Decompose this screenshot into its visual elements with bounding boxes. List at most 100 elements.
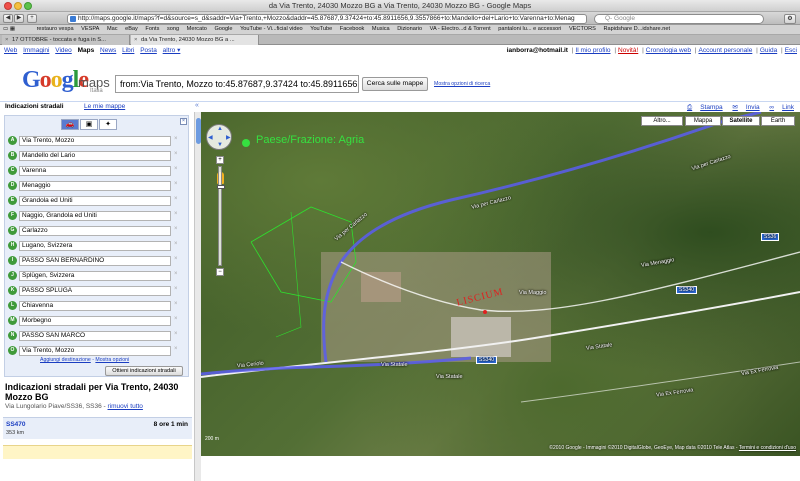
- stop-input[interactable]: Via Trento, Mozzo: [19, 346, 171, 356]
- bookmarks-grid-icon[interactable]: ▭ ▦: [3, 25, 29, 34]
- bookmark-item[interactable]: Facebook: [340, 25, 365, 34]
- pan-up-icon[interactable]: ▲: [217, 126, 223, 132]
- remove-stop-icon[interactable]: ×: [174, 286, 178, 292]
- zoom-control[interactable]: + −: [216, 156, 225, 276]
- maps-search-input[interactable]: from:Via Trento, Mozzo to:45.87687,9.374…: [115, 75, 359, 93]
- stop-input[interactable]: Mandello del Lario: [19, 151, 171, 161]
- marker-c-icon[interactable]: C: [8, 166, 17, 175]
- stop-input[interactable]: PASSO SAN BERNARDINO: [19, 256, 171, 266]
- map-type-satellite[interactable]: Satellite: [722, 116, 760, 126]
- bookmark-item[interactable]: VESPA: [81, 25, 99, 34]
- marker-d-icon[interactable]: D: [8, 181, 17, 190]
- marker-i-icon[interactable]: I: [8, 256, 17, 265]
- bookmark-item[interactable]: Musica: [372, 25, 390, 34]
- stop-input[interactable]: Carlazzo: [19, 226, 171, 236]
- signout-link[interactable]: Esci: [785, 47, 797, 54]
- directions-tab[interactable]: Indicazioni stradali: [5, 103, 64, 110]
- history-link[interactable]: Cronologia web: [646, 47, 691, 54]
- stop-input[interactable]: Morbegno: [19, 316, 171, 326]
- marker-m-icon[interactable]: M: [8, 316, 17, 325]
- gbar-link-libri[interactable]: Libri: [122, 47, 134, 54]
- remove-stop-icon[interactable]: ×: [174, 226, 178, 232]
- map-type-earth[interactable]: Earth: [761, 116, 795, 126]
- pan-left-icon[interactable]: ◀: [208, 134, 213, 141]
- bookmark-item[interactable]: Mercato: [187, 25, 207, 34]
- remove-stop-icon[interactable]: ×: [174, 346, 178, 352]
- remove-stop-icon[interactable]: ×: [174, 211, 178, 217]
- send-link[interactable]: Invia: [746, 104, 760, 111]
- bookmark-item[interactable]: YouTube - Vi...ficial video: [240, 25, 303, 34]
- search-maps-button[interactable]: Cerca sulle mappe: [362, 77, 428, 91]
- gbar-link-web[interactable]: Web: [4, 47, 17, 54]
- transit-icon[interactable]: ▣: [80, 119, 98, 130]
- gbar-link-video[interactable]: Video: [55, 47, 72, 54]
- chevron-down-icon[interactable]: ⌄: [350, 76, 356, 92]
- bookmark-item[interactable]: eBay: [125, 25, 138, 34]
- address-bar[interactable]: http://maps.google.it/maps?f=d&source=s_…: [67, 13, 587, 24]
- remove-stop-icon[interactable]: ×: [174, 256, 178, 262]
- collapse-panel-icon[interactable]: «: [195, 102, 199, 109]
- zoom-slider[interactable]: [217, 166, 225, 266]
- pan-right-icon[interactable]: ▶: [226, 134, 231, 141]
- add-destination-link[interactable]: Aggiungi destinazione: [40, 357, 91, 363]
- bookmark-item[interactable]: song: [167, 25, 179, 34]
- stop-input[interactable]: Chiavenna: [19, 301, 171, 311]
- account-link[interactable]: Account personale: [698, 47, 752, 54]
- map-type-mappa[interactable]: Mappa: [685, 116, 721, 126]
- help-link[interactable]: Guida: [760, 47, 777, 54]
- walk-icon[interactable]: ✦: [99, 119, 117, 130]
- remove-stop-icon[interactable]: ×: [174, 331, 178, 337]
- red-marker-icon[interactable]: [483, 310, 487, 314]
- marker-l-icon[interactable]: L: [8, 301, 17, 310]
- marker-k-icon[interactable]: K: [8, 286, 17, 295]
- terms-link[interactable]: Termini e condizioni d'uso: [739, 445, 796, 451]
- remove-stop-icon[interactable]: ×: [174, 316, 178, 322]
- bookmark-item[interactable]: Rapidshare D...idshare.net: [603, 25, 670, 34]
- panel-scrollbar[interactable]: [194, 112, 201, 481]
- forward-button[interactable]: ▶: [14, 14, 24, 23]
- stop-input[interactable]: Naggio, Grandola ed Uniti: [19, 211, 171, 221]
- bookmark-item[interactable]: Mac: [107, 25, 118, 34]
- stop-input[interactable]: PASSO SPLUGA: [19, 286, 171, 296]
- profile-link[interactable]: Il mio profilo: [575, 47, 610, 54]
- close-icon[interactable]: ×: [180, 118, 187, 125]
- bookmark-item[interactable]: Fonts: [145, 25, 159, 34]
- tab-google-maps[interactable]: × da Via Trento, 24030 Mozzo BG a ...: [131, 35, 259, 45]
- marker-o-icon[interactable]: O: [8, 346, 17, 355]
- bookmark-item[interactable]: VECTORS: [569, 25, 596, 34]
- remove-stop-icon[interactable]: ×: [174, 196, 178, 202]
- bookmark-item[interactable]: Dizionario: [397, 25, 422, 34]
- marker-g-icon[interactable]: G: [8, 226, 17, 235]
- gbar-link-news[interactable]: News: [100, 47, 116, 54]
- remove-stop-icon[interactable]: ×: [174, 181, 178, 187]
- add-bookmark-button[interactable]: +: [27, 14, 37, 23]
- bookmark-item[interactable]: restauro vespa: [37, 25, 74, 34]
- remove-stop-icon[interactable]: ×: [174, 151, 178, 157]
- stop-input[interactable]: Splügen, Svizzera: [19, 271, 171, 281]
- stop-input[interactable]: Via Trento, Mozzo: [19, 136, 171, 146]
- stop-input[interactable]: Varenna: [19, 166, 171, 176]
- route-summary[interactable]: SS470 353 km 8 ore 1 min: [3, 417, 192, 439]
- stop-input[interactable]: Grandola ed Uniti: [19, 196, 171, 206]
- close-tab-icon[interactable]: ×: [134, 35, 137, 45]
- gbar-link-immagini[interactable]: Immagini: [23, 47, 49, 54]
- satellite-map[interactable]: Altro... Mappa Satellite Earth ▲ ◀ ▶ ▼ +…: [201, 112, 800, 456]
- print-link[interactable]: Stampa: [700, 104, 722, 111]
- gbar-link-altro[interactable]: altro ▾: [163, 47, 181, 54]
- bookmark-item[interactable]: YouTube: [310, 25, 332, 34]
- show-options-link[interactable]: Mostra opzioni: [95, 357, 129, 363]
- stop-input[interactable]: PASSO SAN MARCO: [19, 331, 171, 341]
- search-options-link[interactable]: Mostra opzioni di ricerca: [434, 81, 490, 87]
- marker-f-icon[interactable]: F: [8, 211, 17, 220]
- my-maps-link[interactable]: Le mie mappe: [84, 103, 125, 110]
- zoom-in-button[interactable]: +: [216, 156, 224, 164]
- back-button[interactable]: ◀: [3, 14, 13, 23]
- pan-control[interactable]: ▲ ◀ ▶ ▼: [206, 124, 232, 150]
- bookmark-item[interactable]: VA - Electro...d & Torrent: [430, 25, 491, 34]
- bookmark-item[interactable]: Google: [214, 25, 232, 34]
- remove-stop-icon[interactable]: ×: [174, 271, 178, 277]
- marker-e-icon[interactable]: E: [8, 196, 17, 205]
- remove-stop-icon[interactable]: ×: [174, 301, 178, 307]
- novita-link[interactable]: Novità!: [618, 47, 638, 54]
- marker-j-icon[interactable]: J: [8, 271, 17, 280]
